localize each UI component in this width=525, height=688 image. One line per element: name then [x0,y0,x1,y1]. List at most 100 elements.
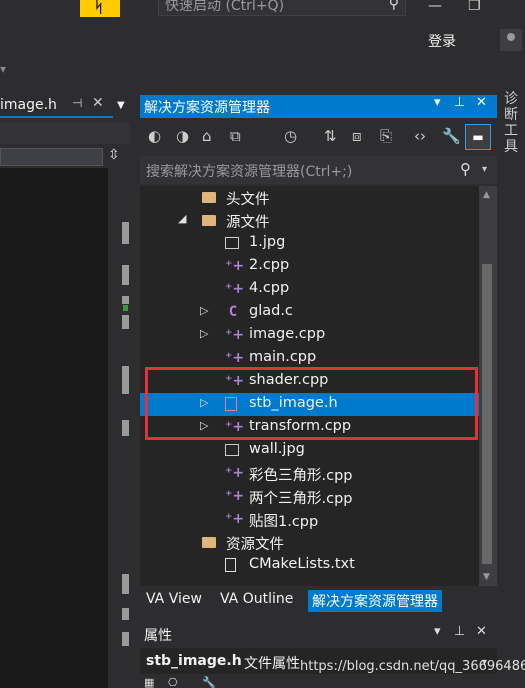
tree-item[interactable]: 1.jpg [140,232,479,255]
solution-explorer-toolbar: ◐ ◑ ⌂ ⧉ ◷ ⇅ ⧈ ⎘ ‹› 🔧 ▬ [140,120,497,154]
scroll-marker [122,632,129,646]
diagnostic-tools-tab[interactable]: 诊断工具 [504,91,520,155]
pin-icon[interactable]: ⊣ [72,96,82,110]
restore-button[interactable]: ❐ [468,0,481,14]
forward-icon[interactable]: ◑ [176,127,189,145]
avatar[interactable] [500,29,522,51]
code-icon[interactable]: ‹› [414,127,426,145]
c-file-icon: C [228,304,238,320]
scroll-up-icon[interactable]: ▲ [483,190,490,200]
tree-item[interactable]: 头文件 [140,186,479,209]
property-pages-icon[interactable]: 🔧 [202,676,216,688]
tree-item[interactable]: ▷ ⁺+ image.cpp [140,324,479,347]
tree-item[interactable]: ⁺+ 彩色三角形.cpp [140,462,479,485]
split-window-icon[interactable]: ⇳ [108,147,120,163]
search-placeholder: 搜索解决方案资源管理器(Ctrl+;) [146,164,353,180]
cpp-file-icon: ⁺+ [225,281,245,297]
window-position-dropdown-icon[interactable]: ▾ [434,624,441,639]
pin-icon[interactable]: ⊥ [454,624,465,639]
tree-item[interactable]: ⁺+ 2.cpp [140,255,479,278]
collapse-all-icon[interactable]: ⧈ [352,127,362,145]
search-options-dropdown-icon[interactable]: ▾ [482,164,487,175]
cpp-file-icon: ⁺+ [225,327,245,343]
solution-explorer-search-input[interactable]: 搜索解决方案资源管理器(Ctrl+;) ⚲ ▾ [140,156,497,184]
navigation-bar [0,122,130,144]
back-icon[interactable]: ◐ [148,127,161,145]
tab-solution-explorer[interactable]: 解决方案资源管理器 [308,590,442,612]
visual-studio-logo: ᛋ [80,0,120,17]
tree-item-label: image.cpp [249,326,326,342]
tab-va-outline[interactable]: VA Outline [216,590,297,612]
home-icon[interactable]: ⌂ [202,127,212,145]
tree-item[interactable]: ⁺+ 贴图1.cpp [140,508,479,531]
scroll-marker [122,608,129,620]
tree-item[interactable]: CMakeLists.txt [140,554,479,577]
tree-item[interactable]: ⁺+ 两个三角形.cpp [140,485,479,508]
tree-item-label: glad.c [249,303,293,319]
selected-object-kind: 文件属性 [244,656,300,672]
scroll-thumb[interactable] [482,264,492,564]
close-icon[interactable]: ✕ [476,624,487,639]
properties-icon[interactable]: 🔧 [442,127,461,145]
scroll-marker [122,574,129,594]
folder-icon [202,215,216,226]
tree-item-label: wall.jpg [249,441,305,457]
tree-item-label: 2.cpp [249,257,290,273]
search-icon[interactable]: ⚲ [460,160,471,178]
quick-launch-placeholder: 快速启动 (Ctrl+Q) [165,0,285,14]
scroll-marker [122,366,129,394]
tree-item-label: 彩色三角形.cpp [249,468,353,484]
expand-arrow-icon[interactable]: ▷ [200,304,208,317]
tree-item-label: 源文件 [226,215,270,231]
quick-launch-input[interactable]: 快速启动 (Ctrl+Q) ⚲ [158,0,406,16]
tree-item[interactable]: ▷ Cglad.c [140,301,479,324]
collapse-arrow-icon[interactable]: ◢ [178,212,186,225]
history-icon[interactable]: ◷ [284,127,297,145]
cpp-file-icon: ⁺+ [225,465,245,481]
tree-item[interactable]: ⁺+ 4.cpp [140,278,479,301]
tree-scrollbar[interactable]: ▲ ▼ [479,186,497,586]
properties-toolbar: ▦ ⎔ 🔧 [140,676,497,688]
scroll-down-icon[interactable]: ▼ [483,572,490,582]
navigation-dropdown[interactable] [0,148,103,166]
document-tab[interactable]: image.h ⊣ ✕ [0,95,113,118]
tree-item[interactable]: wall.jpg [140,439,479,462]
tab-va-view[interactable]: VA View [142,590,206,612]
cpp-file-icon: ⁺+ [225,488,245,504]
tree-item[interactable]: ◢ 源文件 [140,209,479,232]
login-link[interactable]: 登录 [428,31,456,51]
expand-arrow-icon[interactable]: ▷ [200,327,208,340]
tree-item[interactable]: 资源文件 [140,531,479,554]
code-editor[interactable] [0,168,108,688]
cpp-file-icon: ⁺+ [225,258,245,274]
tree-item-label: 贴图1.cpp [249,514,319,530]
switch-views-icon[interactable]: ⧉ [230,127,241,145]
scroll-marker [122,420,129,436]
menu-overflow-icon[interactable]: ▾ [0,62,6,76]
window-position-dropdown-icon[interactable]: ▾ [434,95,441,110]
scroll-marker [122,315,129,329]
properties-title: 属性 [144,628,172,644]
tree-item-label: main.cpp [249,349,317,365]
tree-item-label: CMakeLists.txt [249,556,355,572]
tab-list-dropdown-icon[interactable]: ▼ [117,100,125,111]
alphabetical-icon[interactable]: ⎔ [168,676,178,688]
copy-icon[interactable]: ⎘ [380,127,392,145]
cpp-file-icon: ⁺+ [225,350,245,366]
right-tool-strip: 诊断工具 [499,85,525,688]
text-file-icon [225,558,236,572]
search-icon[interactable]: ⚲ [389,0,399,12]
sync-icon[interactable]: ⇅ [324,127,337,145]
close-icon[interactable]: ✕ [92,95,104,111]
close-icon[interactable]: ✕ [476,95,487,110]
tree-item-label: 头文件 [226,192,270,208]
pin-icon[interactable]: ⊥ [454,95,465,110]
tree-item-label: 两个三角形.cpp [249,491,353,507]
solution-explorer-title: 解决方案资源管理器 [144,100,270,116]
watermark: https://blog.csdn.net/qq_36696486 [300,659,525,674]
minimize-button[interactable]: — [428,0,442,14]
categorized-icon[interactable]: ▦ [144,676,154,688]
preview-icon[interactable]: ▬ [465,124,491,150]
properties-title-bar: 属性 ▾ ⊥ ✕ [140,622,497,646]
bottom-tab-strip: VA View VA Outline 解决方案资源管理器 [140,588,497,612]
